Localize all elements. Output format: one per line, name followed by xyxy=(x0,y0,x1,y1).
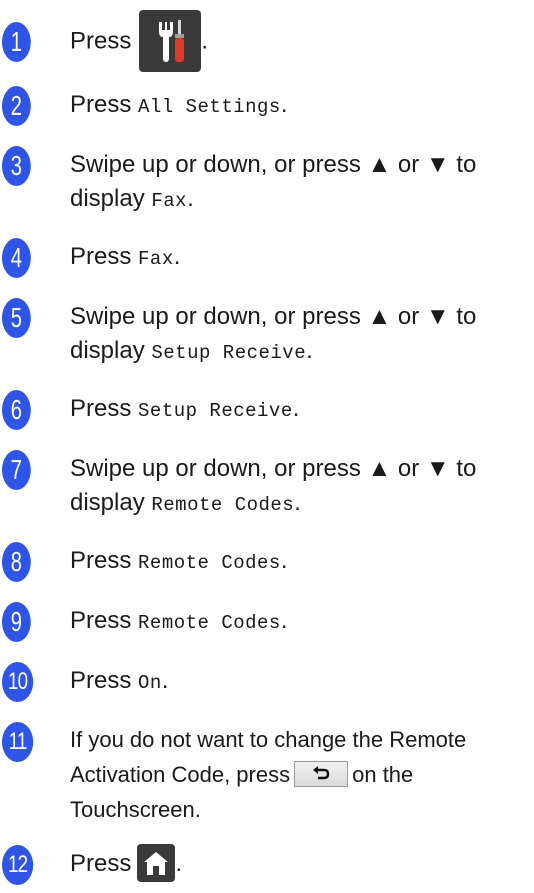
step-instruction: Activation Code, press xyxy=(70,762,291,787)
step-number: 1 xyxy=(2,22,31,62)
menu-option: On xyxy=(138,672,162,694)
step-number: 11 xyxy=(2,722,34,762)
menu-option: Setup Receive xyxy=(151,342,307,364)
step-text: Press Remote Codes. xyxy=(70,544,530,580)
settings-button[interactable] xyxy=(139,10,202,72)
menu-option: Fax xyxy=(138,248,174,270)
step-text: Press All Settings. xyxy=(70,88,530,124)
step-end: . xyxy=(294,489,301,516)
step-instruction: Swipe up or down, or press ▲ or ▼ to xyxy=(70,151,477,178)
menu-option: Remote Codes xyxy=(138,552,281,574)
step-text: Press On. xyxy=(70,664,530,700)
step-text: Swipe up or down, or press ▲ or ▼ to dis… xyxy=(70,452,530,522)
step-text: Press Setup Receive. xyxy=(70,392,530,428)
back-arrow-icon xyxy=(313,766,330,780)
step-text: If you do not want to change the Remote … xyxy=(70,722,530,827)
step-instruction: display xyxy=(70,337,152,364)
step-number: 2 xyxy=(2,86,31,126)
step-instruction: display xyxy=(70,489,152,516)
step-end: . xyxy=(280,547,288,574)
step-text: Press Remote Codes. xyxy=(70,604,530,640)
step-end: . xyxy=(280,91,288,118)
tools-settings-icon xyxy=(159,20,185,62)
step-end: . xyxy=(161,667,169,694)
step-instruction: Press xyxy=(70,667,139,694)
step-end: . xyxy=(175,850,183,877)
step-number: 6 xyxy=(2,390,31,430)
step-number: 12 xyxy=(2,845,34,885)
step-end: . xyxy=(187,185,194,212)
step-instruction: Swipe up or down, or press ▲ or ▼ to xyxy=(70,303,477,330)
menu-option: Setup Receive xyxy=(138,400,293,422)
step-text: Press . xyxy=(70,10,530,72)
step-instruction: Press xyxy=(70,850,132,877)
step-instruction: Press xyxy=(70,607,139,634)
step-end: . xyxy=(292,395,300,422)
step-end: . xyxy=(201,27,209,55)
step-number: 3 xyxy=(2,146,31,186)
menu-option: Remote Codes xyxy=(138,612,281,634)
step-instruction: Press xyxy=(70,395,139,422)
step-instruction: Press xyxy=(70,243,139,270)
step-instruction: If you do not want to change the Remote xyxy=(70,727,467,752)
step-text: Swipe up or down, or press ▲ or ▼ to dis… xyxy=(70,300,530,370)
step-instruction: display xyxy=(70,185,152,212)
step-instruction: Press xyxy=(70,547,139,574)
home-button[interactable] xyxy=(137,843,176,882)
step-instruction: Press xyxy=(70,91,139,118)
step-instruction: Press xyxy=(70,27,132,55)
menu-option: Remote Codes xyxy=(151,494,295,516)
step-number: 5 xyxy=(2,298,31,338)
step-instruction: on the xyxy=(352,762,414,787)
step-text: Swipe up or down, or press ▲ or ▼ to dis… xyxy=(70,148,530,218)
step-number: 10 xyxy=(2,662,34,702)
step-end: . xyxy=(173,243,181,270)
step-number: 8 xyxy=(2,542,31,582)
step-end: . xyxy=(306,337,313,364)
menu-option: Fax xyxy=(151,190,188,212)
menu-option: All Settings xyxy=(138,96,281,118)
step-end: . xyxy=(280,607,288,634)
step-text: Press Fax. xyxy=(70,240,530,276)
step-number: 4 xyxy=(2,238,31,278)
back-button[interactable] xyxy=(294,761,349,788)
step-instruction: Swipe up or down, or press ▲ or ▼ to xyxy=(70,455,477,482)
step-number: 9 xyxy=(2,602,31,642)
step-text: Press . xyxy=(70,843,530,882)
home-icon xyxy=(144,851,169,875)
step-instruction: Touchscreen. xyxy=(70,797,201,822)
step-number: 7 xyxy=(2,450,31,490)
